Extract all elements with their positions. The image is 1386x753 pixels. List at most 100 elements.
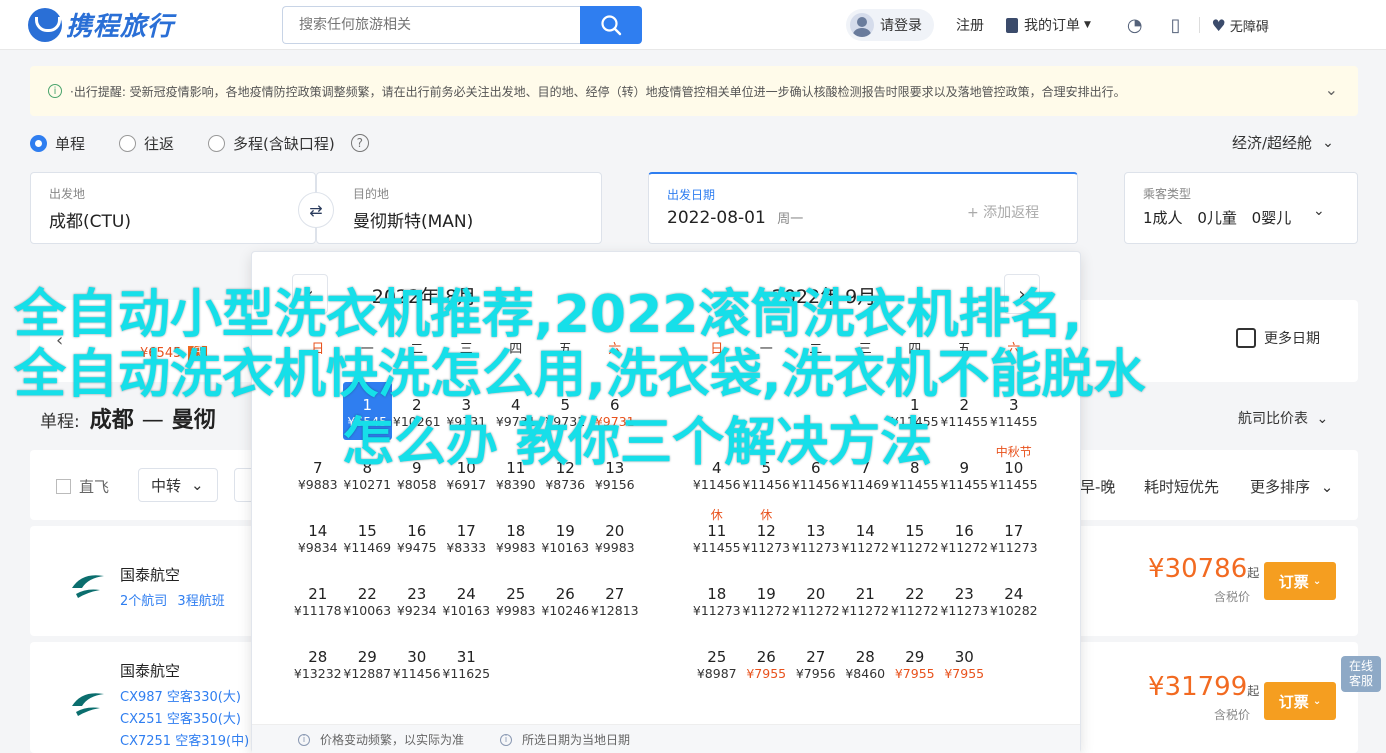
add-return-button[interactable]: + 添加返程 xyxy=(967,202,1039,222)
book-button[interactable]: 订票 ⌄ xyxy=(1264,562,1336,600)
calendar-day[interactable]: 26 ¥10246 xyxy=(541,571,591,629)
trip-type-roundtrip[interactable]: 往返 xyxy=(119,133,174,154)
calendar-day[interactable]: 19 ¥10163 xyxy=(541,508,591,566)
day-price: ¥12887 xyxy=(343,666,392,681)
direct-only-checkbox[interactable]: 直飞 xyxy=(56,476,109,497)
calendar-day[interactable]: 15 ¥11469 xyxy=(343,508,393,566)
online-service-button[interactable]: 在线 客服 xyxy=(1341,656,1381,692)
book-button[interactable]: 订票 ⌄ xyxy=(1264,682,1336,720)
question-mark-icon[interactable]: ? xyxy=(350,134,369,152)
calendar-day[interactable]: 25 ¥8987 xyxy=(692,634,742,692)
calendar-day[interactable]: 15 ¥11272 xyxy=(890,508,940,566)
flight-leg[interactable]: CX7251 空客319(中) xyxy=(120,730,249,749)
calendar-day[interactable]: 23 ¥9234 xyxy=(392,571,442,629)
trip-type-multicity[interactable]: 多程(含缺口程) xyxy=(208,133,335,154)
sort-early-late[interactable]: 早-晚 xyxy=(1080,476,1115,497)
day-number: 23 xyxy=(954,585,974,603)
calendar-day[interactable]: 29 ¥12887 xyxy=(343,634,393,692)
sort-shortest[interactable]: 耗时短优先 xyxy=(1144,476,1219,497)
calendar-day[interactable]: 21 ¥11178 xyxy=(293,571,343,629)
holiday-tag xyxy=(442,634,492,648)
calendar-day[interactable]: 20 ¥9983 xyxy=(590,508,640,566)
book-label: 订票 xyxy=(1278,572,1309,591)
holiday-tag xyxy=(343,508,393,522)
airline-compare-link[interactable]: 航司比价表 ⌄ xyxy=(1238,408,1328,428)
sort-more[interactable]: 更多排序 ⌄ xyxy=(1250,476,1333,497)
more-dates-button[interactable]: 更多日期 xyxy=(1236,328,1320,348)
day-price: ¥11469 xyxy=(841,477,890,492)
calendar-day[interactable]: 24 ¥10282 xyxy=(989,571,1039,629)
calendar-day[interactable]: 29 ¥7955 xyxy=(890,634,940,692)
day-number: 17 xyxy=(1004,522,1024,540)
day-price: ¥11456 xyxy=(392,666,441,681)
calendar-day[interactable]: 20 ¥11272 xyxy=(791,571,841,629)
flight-leg[interactable]: CX251 空客350(大) xyxy=(120,708,241,727)
price-suffix: 起 xyxy=(1247,684,1260,698)
ctrip-logo[interactable]: 携程旅行 xyxy=(28,6,174,43)
calendar-day[interactable]: 休 12 ¥11273 xyxy=(742,508,792,566)
calendar-day[interactable]: 25 ¥9983 xyxy=(491,571,541,629)
calendar-day[interactable]: 14 ¥9834 xyxy=(293,508,343,566)
calendar-day[interactable]: 7 ¥9883 xyxy=(293,445,343,503)
leg-count[interactable]: 3程航班 xyxy=(177,594,224,609)
day-price: ¥11272 xyxy=(742,603,791,618)
cabin-class-select[interactable]: 经济/超经舱 ⌄ xyxy=(1232,132,1334,153)
day-number: 30 xyxy=(954,648,974,666)
search-input[interactable] xyxy=(282,6,580,44)
chevron-down-icon[interactable]: ⌄ xyxy=(1325,80,1338,99)
day-price: ¥8390 xyxy=(495,477,536,492)
flight-leg[interactable]: CX987 空客330(大) xyxy=(120,686,241,705)
calendar-day[interactable]: 27 ¥12813 xyxy=(590,571,640,629)
customer-service-icon[interactable]: ◔ xyxy=(1127,15,1143,36)
calendar-day[interactable]: 24 ¥10163 xyxy=(442,571,492,629)
calendar-day[interactable]: 22 ¥11272 xyxy=(890,571,940,629)
calendar-day[interactable]: 18 ¥11273 xyxy=(692,571,742,629)
departure-city-field[interactable]: 出发地 成都(CTU) xyxy=(30,172,316,244)
calendar-day[interactable]: 30 ¥7955 xyxy=(940,634,990,692)
register-link[interactable]: 注册 xyxy=(956,15,984,35)
calendar-day[interactable]: 31 ¥11625 xyxy=(442,634,492,692)
footer-note-price: 价格变动频繁，以实际为准 xyxy=(320,733,465,747)
calendar-day[interactable]: 28 ¥13232 xyxy=(293,634,343,692)
calendar-day[interactable]: 21 ¥11272 xyxy=(841,571,891,629)
calendar-day[interactable]: 17 ¥8333 xyxy=(442,508,492,566)
calendar-day[interactable]: 休 11 ¥11455 xyxy=(692,508,742,566)
calendar-day[interactable]: 22 ¥10063 xyxy=(343,571,393,629)
header-nav: 请登录 注册 我的订单 ▼ ◔ ▯ ♥ 无障碍 xyxy=(846,0,1269,50)
trip-type-label: 往返 xyxy=(144,134,175,153)
passenger-type-field[interactable]: 乘客类型 1成人 0儿童 0婴儿 ⌄ xyxy=(1124,172,1358,244)
holiday-tag xyxy=(791,634,841,648)
calendar-day[interactable]: 27 ¥7956 xyxy=(791,634,841,692)
calendar-day[interactable]: 23 ¥11273 xyxy=(940,571,990,629)
calendar-day[interactable]: 16 ¥11272 xyxy=(940,508,990,566)
calendar-day[interactable]: 13 ¥11273 xyxy=(791,508,841,566)
departure-date-field[interactable]: 出发日期 2022-08-01 周一 + 添加返程 xyxy=(648,172,1078,244)
day-number: 13 xyxy=(806,522,826,540)
calendar-day[interactable]: 26 ¥7955 xyxy=(742,634,792,692)
airline-count[interactable]: 2个航司 xyxy=(120,594,167,609)
calendar-day[interactable]: 28 ¥8460 xyxy=(841,634,891,692)
my-orders-menu[interactable]: 我的订单 ▼ xyxy=(1006,15,1091,35)
day-number: 27 xyxy=(806,648,826,666)
departure-label: 出发地 xyxy=(49,187,86,201)
swap-cities-icon[interactable]: ⇄ xyxy=(298,192,334,228)
calendar-day[interactable]: 14 ¥11272 xyxy=(841,508,891,566)
transfer-filter-dropdown[interactable]: 中转 ⌄ xyxy=(138,468,218,502)
passenger-label: 乘客类型 xyxy=(1143,187,1192,201)
search-button[interactable] xyxy=(580,6,642,44)
arrival-city-field[interactable]: 目的地 曼彻斯特(MAN) xyxy=(316,172,602,244)
day-number: 25 xyxy=(707,648,727,666)
calendar-day[interactable]: 中秋节 10 ¥11455 xyxy=(989,445,1039,503)
day-price: ¥8987 xyxy=(696,666,737,681)
trip-type-oneway[interactable]: 单程 xyxy=(30,133,85,154)
calendar-day[interactable]: 9 ¥11455 xyxy=(940,445,990,503)
accessibility-link[interactable]: ♥ 无障碍 xyxy=(1212,16,1269,35)
mobile-app-icon[interactable]: ▯ xyxy=(1171,15,1181,36)
calendar-day[interactable]: 18 ¥9983 xyxy=(491,508,541,566)
holiday-tag xyxy=(890,571,940,585)
calendar-day[interactable]: 17 ¥11273 xyxy=(989,508,1039,566)
login-button[interactable]: 请登录 xyxy=(846,9,934,41)
calendar-day[interactable]: 16 ¥9475 xyxy=(392,508,442,566)
calendar-day[interactable]: 30 ¥11456 xyxy=(392,634,442,692)
calendar-day[interactable]: 19 ¥11272 xyxy=(742,571,792,629)
